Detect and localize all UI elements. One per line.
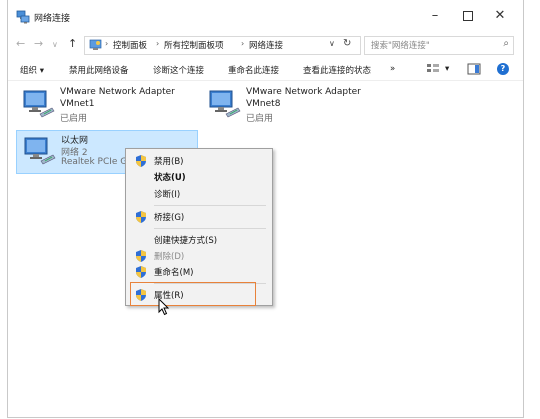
menu-item-rename[interactable]: 重命名(M) xyxy=(126,264,272,280)
menu-item-disable[interactable]: 禁用(B) xyxy=(126,153,272,169)
adapter-network: VMnet1 xyxy=(60,99,95,109)
maximize-button[interactable] xyxy=(453,4,483,28)
search-input[interactable]: 搜索"网络连接" ⌕ xyxy=(364,36,514,55)
menu-item-label: 状态(U) xyxy=(154,173,186,183)
breadcrumb-control-panel[interactable]: 控制面板 xyxy=(113,39,147,51)
breadcrumb-all-items[interactable]: 所有控制面板项 xyxy=(164,39,224,51)
preview-pane-icon[interactable] xyxy=(467,63,481,75)
disable-device-button[interactable]: 禁用此网络设备 xyxy=(69,64,129,76)
adapter-item-vmnet1[interactable]: VMware Network Adapter VMnet1 已启用 xyxy=(16,84,196,126)
close-button[interactable]: ✕ xyxy=(485,4,515,28)
menu-item-label: 删除(D) xyxy=(154,252,185,262)
network-connections-icon xyxy=(16,10,30,24)
menu-separator xyxy=(154,228,266,229)
maximize-icon xyxy=(463,10,473,21)
close-icon: ✕ xyxy=(494,8,506,23)
forward-button[interactable]: → xyxy=(34,37,43,50)
shield-icon xyxy=(136,211,146,223)
organize-menu[interactable]: 组织 ▾ xyxy=(20,64,44,76)
menu-separator xyxy=(154,205,266,206)
menu-item-bridge[interactable]: 桥接(G) xyxy=(126,209,272,225)
menu-item-label: 诊断(I) xyxy=(154,190,181,200)
refresh-icon[interactable]: ↻ xyxy=(343,38,351,49)
minimize-button[interactable]: – xyxy=(420,4,450,28)
view-status-button[interactable]: 查看此连接的状态 xyxy=(303,64,371,76)
rename-button[interactable]: 重命名此连接 xyxy=(228,64,279,76)
mouse-cursor-icon xyxy=(158,298,170,316)
adapter-item-vmnet8[interactable]: VMware Network Adapter VMnet8 已启用 xyxy=(202,84,382,126)
diagnose-button[interactable]: 诊断这个连接 xyxy=(153,64,204,76)
search-icon: ⌕ xyxy=(503,38,509,49)
help-icon[interactable]: ? xyxy=(497,63,509,75)
menu-item-delete: 删除(D) xyxy=(126,248,272,264)
adapter-network: VMnet8 xyxy=(246,99,281,109)
back-button[interactable]: ← xyxy=(16,37,25,50)
menu-item-label: 创建快捷方式(S) xyxy=(154,236,218,246)
address-row: ← → ∨ ↑ › 控制面板 › 所有控制面板项 › 网络连接 ∨ ↻ 搜索"网… xyxy=(8,34,523,56)
search-placeholder: 搜索"网络连接" xyxy=(371,41,430,51)
view-options-icon[interactable] xyxy=(426,63,440,75)
menu-item-diagnose[interactable]: 诊断(I) xyxy=(126,186,272,202)
more-commands-button[interactable]: » xyxy=(390,64,395,74)
network-adapter-icon xyxy=(23,90,55,118)
menu-item-label: 禁用(B) xyxy=(154,157,184,167)
address-dropdown-icon[interactable]: ∨ xyxy=(329,39,335,48)
window-title: 网络连接 xyxy=(34,14,71,24)
shield-icon xyxy=(136,250,146,262)
menu-item-label: 重命名(M) xyxy=(154,268,194,278)
view-dropdown-icon[interactable]: ▾ xyxy=(445,64,449,74)
network-adapter-icon xyxy=(24,137,56,165)
control-panel-icon xyxy=(89,39,102,50)
properties-highlight-box xyxy=(130,282,256,306)
menu-item-create-shortcut[interactable]: 创建快捷方式(S) xyxy=(126,232,272,248)
menu-item-label: 桥接(G) xyxy=(154,213,185,223)
adapter-device: Realtek PCIe G xyxy=(61,157,128,167)
menu-item-status[interactable]: 状态(U) xyxy=(126,169,272,185)
up-button[interactable]: ↑ xyxy=(68,37,77,50)
adapter-status: 已启用 xyxy=(60,114,88,124)
breadcrumb-separator: › xyxy=(156,39,160,48)
breadcrumb-separator: › xyxy=(105,39,109,48)
breadcrumb-separator: › xyxy=(241,39,245,48)
address-bar[interactable]: › 控制面板 › 所有控制面板项 › 网络连接 ∨ ↻ xyxy=(84,36,361,55)
network-adapter-icon xyxy=(209,90,241,118)
adapter-status: 已启用 xyxy=(246,114,274,124)
adapter-name: VMware Network Adapter xyxy=(60,87,175,97)
network-connections-window: 网络连接 – ✕ ← → ∨ ↑ › 控制面板 › 所有控制面板项 › 网络连接… xyxy=(7,0,524,418)
shield-icon xyxy=(136,266,146,278)
minimize-icon: – xyxy=(431,8,439,23)
title-bar: 网络连接 – ✕ xyxy=(8,0,523,34)
recent-locations-button[interactable]: ∨ xyxy=(52,40,58,49)
breadcrumb-network-connections[interactable]: 网络连接 xyxy=(249,39,283,51)
shield-icon xyxy=(136,155,146,167)
adapter-name: VMware Network Adapter xyxy=(246,87,361,97)
command-bar: 组织 ▾ 禁用此网络设备 诊断这个连接 重命名此连接 查看此连接的状态 » ▾ … xyxy=(8,60,523,81)
